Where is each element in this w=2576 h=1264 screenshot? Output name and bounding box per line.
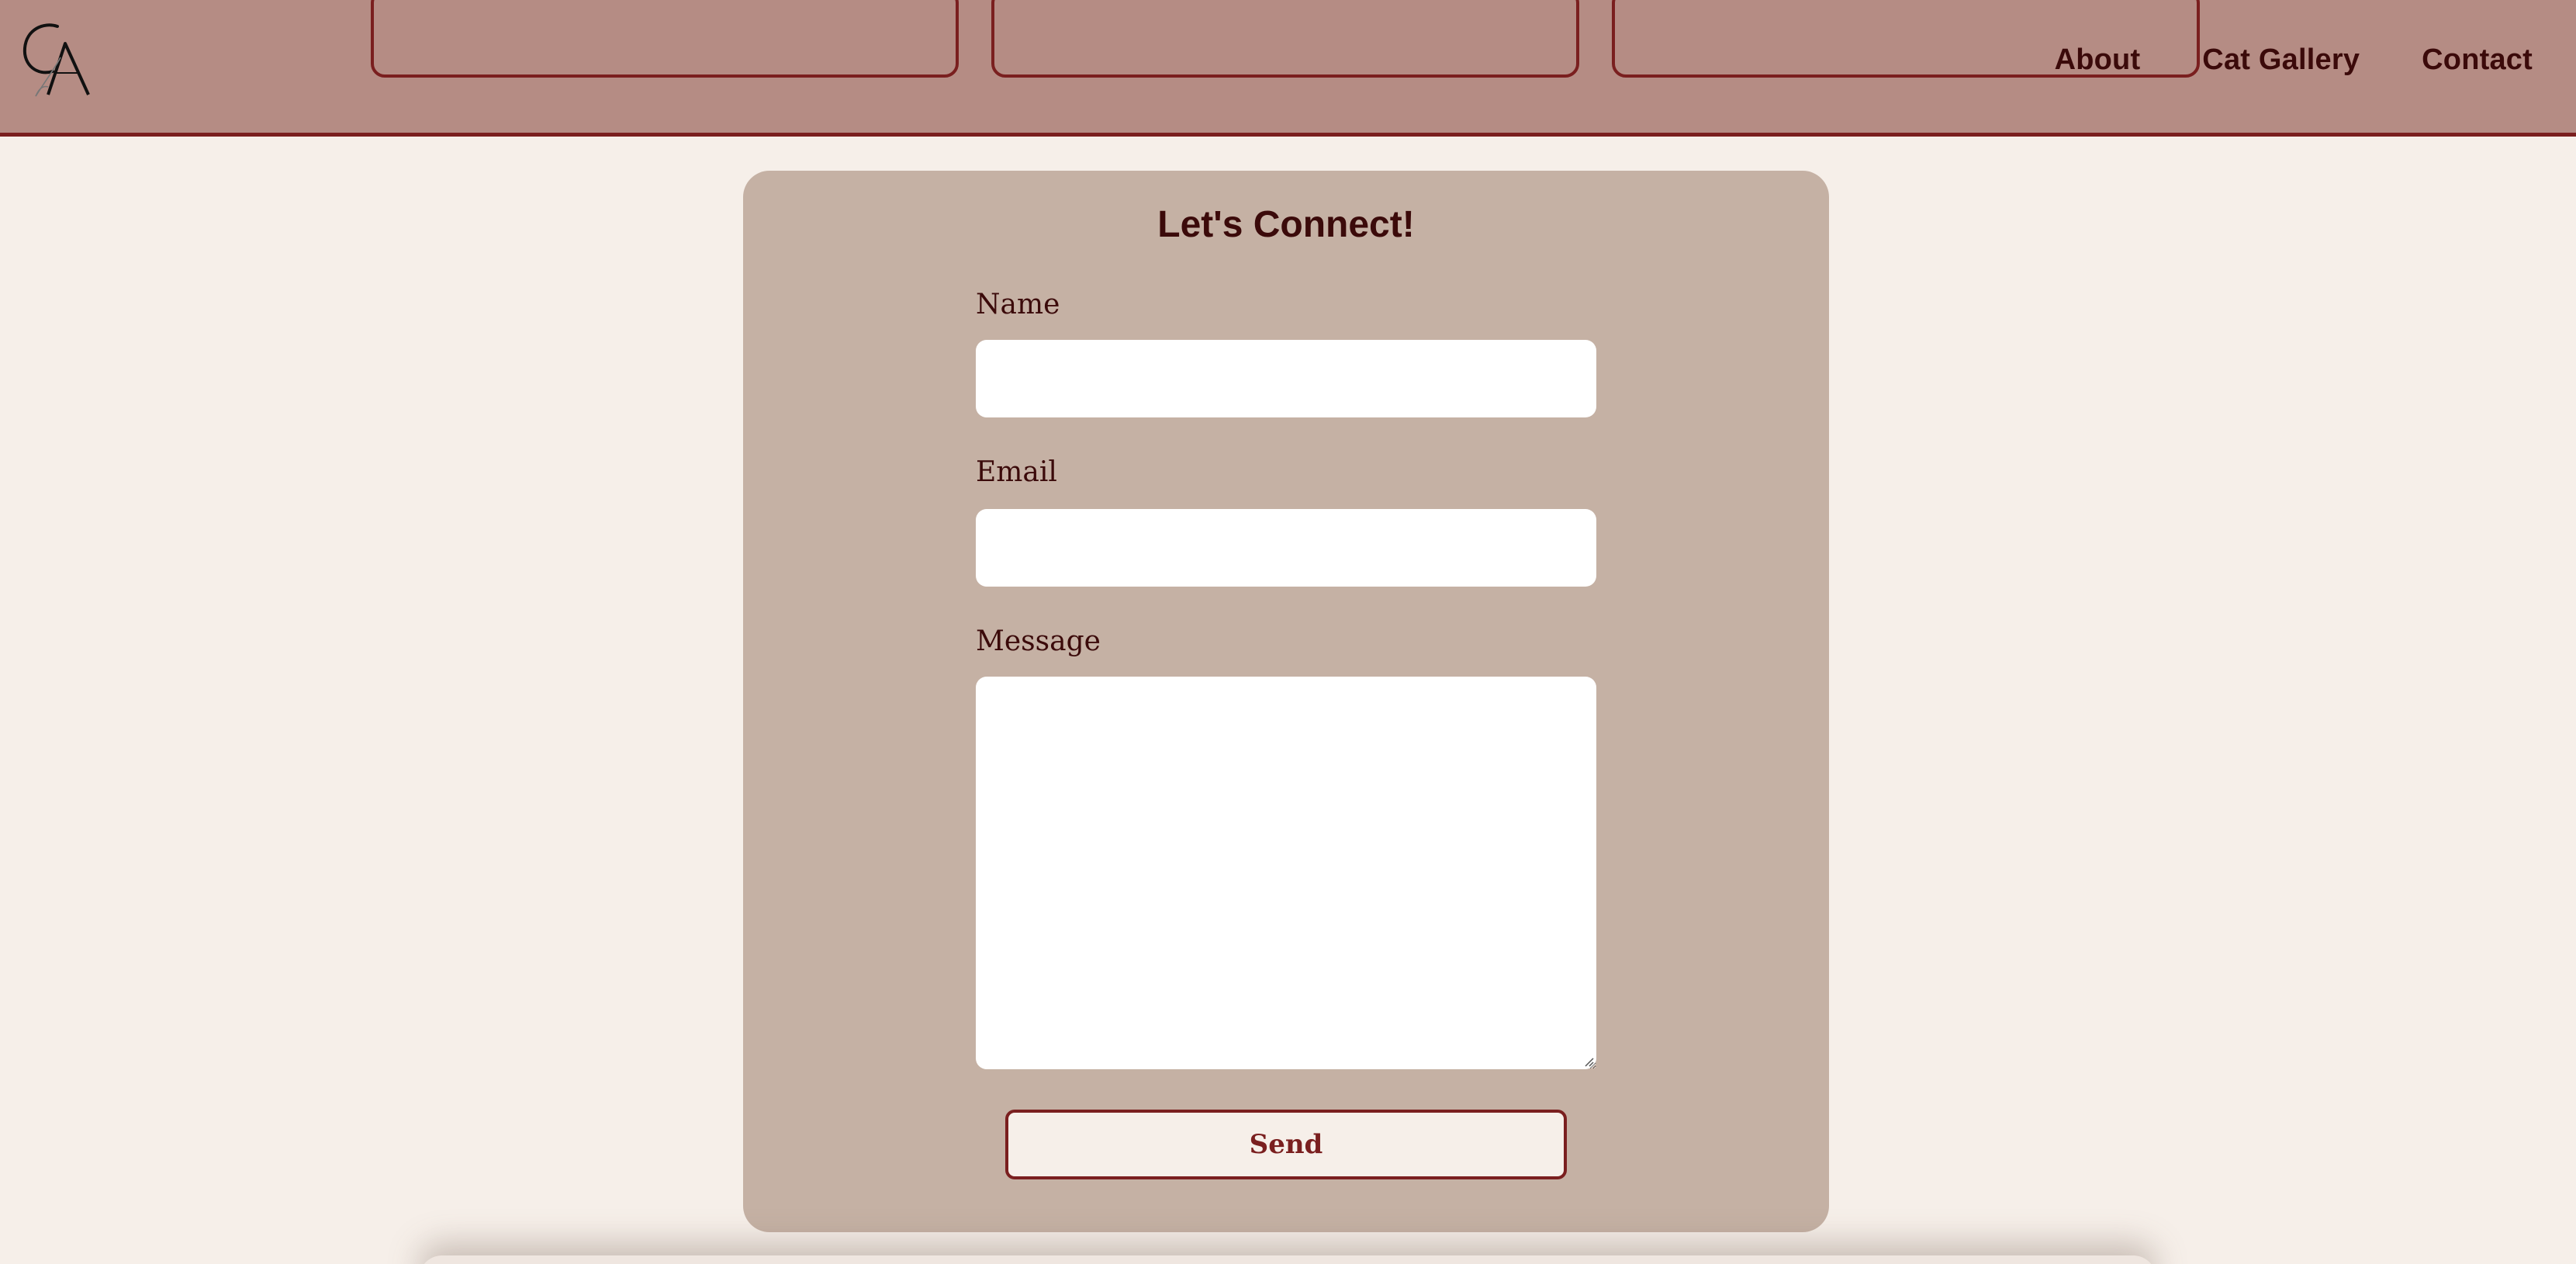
name-input[interactable] [976, 340, 1596, 417]
resize-grip-icon[interactable] [1582, 1055, 1595, 1068]
header-panel-2 [991, 0, 1579, 78]
contact-card: Let's Connect! Name Email Message Send [743, 171, 1829, 1232]
email-input[interactable] [976, 509, 1596, 587]
header-panel-1 [371, 0, 959, 78]
name-label: Name [976, 289, 1060, 320]
message-label: Message [976, 625, 1101, 657]
logo-icon: CA [22, 23, 90, 97]
page: CA About Cat Gallery Contact Let's Conne… [0, 0, 2576, 1264]
email-label: Email [976, 456, 1057, 488]
next-section-edge [419, 1255, 2156, 1264]
nav-link-about[interactable]: About [2055, 43, 2141, 77]
main-nav: About Cat Gallery Contact [2055, 43, 2533, 77]
contact-title: Let's Connect! [1157, 204, 1415, 245]
message-textarea[interactable] [976, 677, 1596, 1069]
site-header: CA About Cat Gallery Contact [0, 0, 2576, 137]
nav-link-contact[interactable]: Contact [2422, 43, 2533, 77]
send-button[interactable]: Send [1005, 1110, 1567, 1179]
nav-link-cat-gallery[interactable]: Cat Gallery [2202, 43, 2360, 77]
logo-link[interactable]: CA [20, 17, 95, 99]
